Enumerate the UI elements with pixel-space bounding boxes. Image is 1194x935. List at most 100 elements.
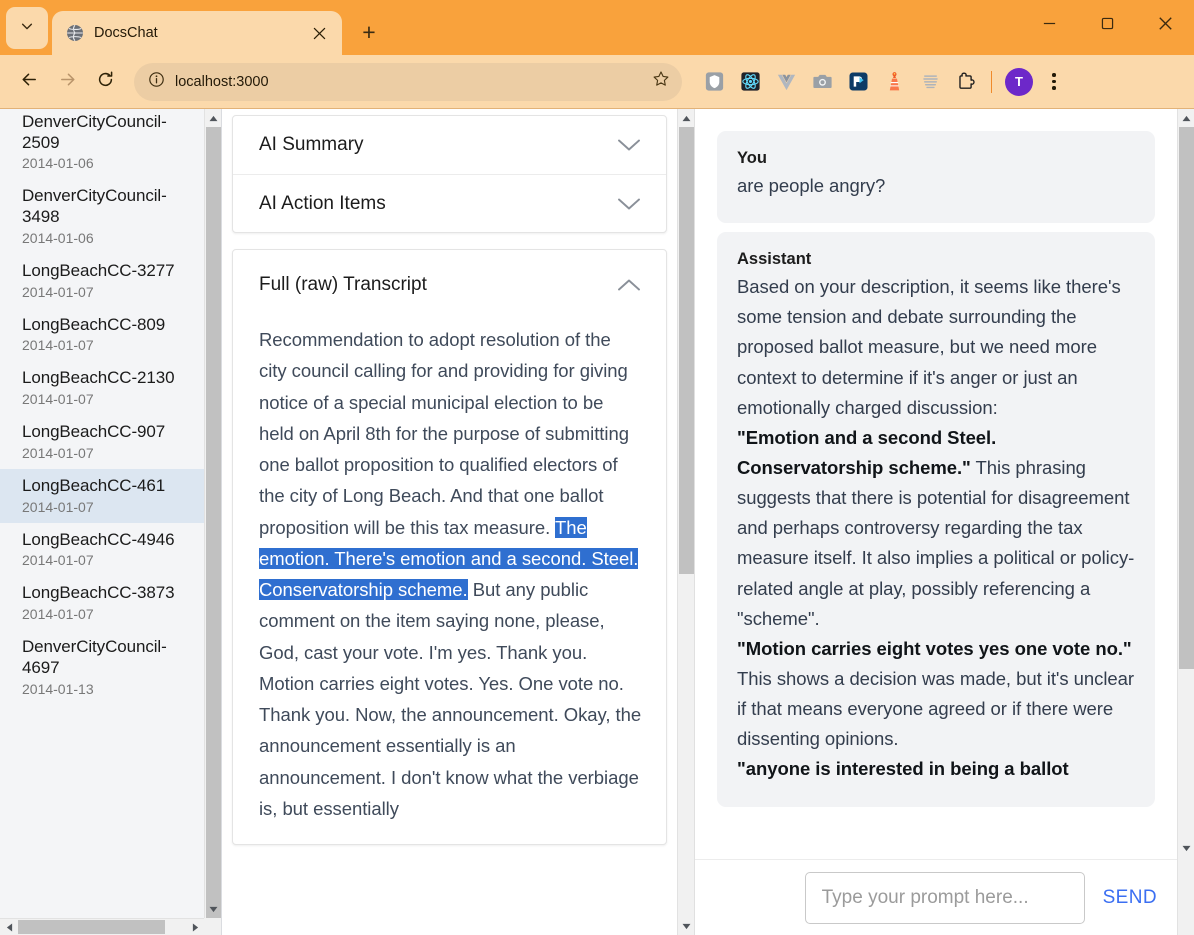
window-controls [1020, 0, 1194, 55]
chevron-down-icon[interactable] [616, 137, 642, 153]
scroll-down-icon[interactable] [678, 917, 694, 935]
list-item[interactable]: LongBeachCC-461 2014-01-07 [0, 468, 204, 523]
chevron-down-icon[interactable] [616, 196, 642, 212]
accordion-ai-action-items[interactable]: AI Action Items [233, 174, 666, 232]
message-segment: Based on your description, it seems like… [737, 276, 1121, 418]
prompt-input[interactable] [804, 871, 1085, 924]
document-title: LongBeachCC-2130 [22, 368, 175, 388]
message-bold-segment: "Motion carries eight votes yes one vote… [737, 637, 1132, 659]
arrow-left-icon [20, 70, 39, 94]
scroll-up-icon[interactable] [678, 109, 694, 127]
list-item[interactable]: DenverCityCouncil-3498 2014-01-06 [0, 179, 204, 253]
new-tab-button[interactable]: + [352, 15, 386, 49]
vue-devtools-icon[interactable] [768, 64, 804, 100]
sidebar-horizontal-scrollbar[interactable] [0, 918, 204, 935]
ai-panels-card: AI Summary AI Action Items [232, 115, 667, 233]
list-item[interactable]: LongBeachCC-4946 2014-01-07 [0, 523, 204, 577]
accordion-full-transcript[interactable]: Full (raw) Transcript [233, 250, 666, 320]
info-circle-icon[interactable] [148, 71, 165, 93]
globe-icon [66, 24, 84, 42]
chevron-down-icon [20, 19, 34, 38]
chat-messages-scroll: You are people angry? Assistant Based on yo… [695, 109, 1177, 859]
message-segment: This shows a decision was made, but it's… [737, 667, 1135, 750]
list-item[interactable]: LongBeachCC-2130 2014-01-07 [0, 361, 204, 415]
star-icon[interactable] [652, 70, 670, 93]
chat-message: You are people angry? [717, 131, 1155, 224]
scroll-down-icon[interactable] [205, 900, 221, 918]
accordion-ai-summary[interactable]: AI Summary [233, 116, 666, 174]
list-item[interactable]: LongBeachCC-809 2014-01-07 [0, 308, 204, 362]
kebab-menu-icon[interactable] [1039, 73, 1069, 90]
transcript-card: Full (raw) Transcript Recommendation to … [232, 249, 667, 845]
back-button[interactable] [10, 63, 48, 101]
scroll-up-icon[interactable] [1178, 109, 1194, 127]
list-item[interactable]: LongBeachCC-907 2014-01-07 [0, 415, 204, 469]
scroll-up-icon[interactable] [205, 109, 221, 127]
grammarly-icon[interactable] [912, 64, 948, 100]
close-window-button[interactable] [1136, 0, 1194, 47]
url-text: localhost:3000 [175, 73, 269, 90]
document-title: DenverCityCouncil-2509 [22, 112, 167, 152]
transcript-text-after: But any public comment on the item sayin… [259, 579, 642, 819]
transcript-scroll-thumb[interactable] [679, 127, 694, 574]
message-text: are people angry? [737, 171, 1135, 201]
document-date: 2014-01-07 [22, 337, 94, 354]
maximize-button[interactable] [1078, 0, 1136, 47]
browser-tab[interactable]: DocsChat [52, 11, 342, 55]
plus-icon: + [362, 18, 376, 45]
message-segment: are people angry? [737, 175, 886, 196]
chat-composer: SEND [695, 859, 1177, 935]
react-devtools-icon[interactable] [732, 64, 768, 100]
document-list-sidebar: DenverCityCouncil-2509 2014-01-06 DenverCi… [0, 109, 222, 935]
document-title: DenverCityCouncil-4697 [22, 637, 167, 677]
page-viewport: DenverCityCouncil-2509 2014-01-06 DenverCi… [0, 108, 1194, 935]
document-title: DenverCityCouncil-3498 [22, 186, 167, 227]
chat-vertical-scrollbar[interactable] [1177, 109, 1194, 935]
avatar[interactable]: T [1005, 67, 1033, 96]
screenshot-camera-icon[interactable] [804, 64, 840, 100]
chat-message: Assistant Based on your description, it s… [717, 232, 1155, 807]
chevron-up-icon[interactable] [616, 277, 642, 293]
scrollbar-corner [204, 918, 221, 935]
pdf-reader-icon[interactable] [840, 64, 876, 100]
sidebar-vertical-scrollbar[interactable] [204, 109, 221, 922]
chat-message-list: You are people angry? Assistant Based on yo… [717, 131, 1155, 807]
sidebar-hscroll-thumb[interactable] [18, 920, 165, 934]
chat-scroll-thumb[interactable] [1179, 127, 1194, 669]
transcript-body: Recommendation to adopt resolution of th… [233, 320, 666, 844]
scroll-right-icon[interactable] [186, 919, 204, 935]
transcript-text[interactable]: Recommendation to adopt resolution of th… [259, 324, 642, 824]
extensions-puzzle-icon[interactable] [948, 64, 984, 100]
document-date: 2014-01-06 [22, 229, 94, 246]
shield-extension-icon[interactable] [696, 64, 732, 100]
list-item[interactable]: LongBeachCC-3873 2014-01-07 [0, 576, 204, 630]
list-item[interactable]: LongBeachCC-3277 2014-01-07 [0, 254, 204, 308]
transcript-vertical-scrollbar[interactable] [677, 109, 694, 935]
document-detail-scroll: AI Summary AI Action Items Full (raw) Tr… [222, 109, 677, 935]
minimize-button[interactable] [1020, 0, 1078, 47]
lighthouse-icon[interactable] [876, 64, 912, 100]
tab-strip: DocsChat + [0, 0, 1194, 55]
document-detail-panel: AI Summary AI Action Items Full (raw) Tr… [222, 109, 695, 935]
scroll-down-icon[interactable] [1178, 839, 1194, 857]
close-icon[interactable] [306, 20, 332, 46]
tab-title: DocsChat [94, 25, 158, 41]
address-bar[interactable]: localhost:3000 [134, 62, 682, 101]
list-item[interactable]: DenverCityCouncil-2509 2014-01-06 [0, 109, 204, 179]
message-text: Based on your description, it seems like… [737, 272, 1135, 784]
forward-button[interactable] [48, 63, 86, 101]
document-list-scroll: DenverCityCouncil-2509 2014-01-06 DenverCi… [0, 109, 204, 918]
document-list: DenverCityCouncil-2509 2014-01-06 DenverCi… [0, 109, 204, 705]
scroll-left-icon[interactable] [0, 919, 18, 935]
document-date: 2014-01-07 [22, 498, 94, 515]
reload-button[interactable] [86, 63, 124, 101]
document-title: LongBeachCC-3277 [22, 260, 175, 280]
send-button[interactable]: SEND [1091, 877, 1169, 919]
reload-icon [96, 70, 115, 94]
tab-search-button[interactable] [6, 7, 48, 49]
list-item[interactable]: DenverCityCouncil-4697 2014-01-13 [0, 630, 204, 704]
sidebar-scroll-thumb[interactable] [206, 127, 221, 922]
message-bold-segment: "anyone is interested in being a ballot [737, 758, 1069, 780]
browser-toolbar: localhost:3000 T [0, 55, 1194, 108]
document-title: LongBeachCC-809 [22, 314, 166, 334]
